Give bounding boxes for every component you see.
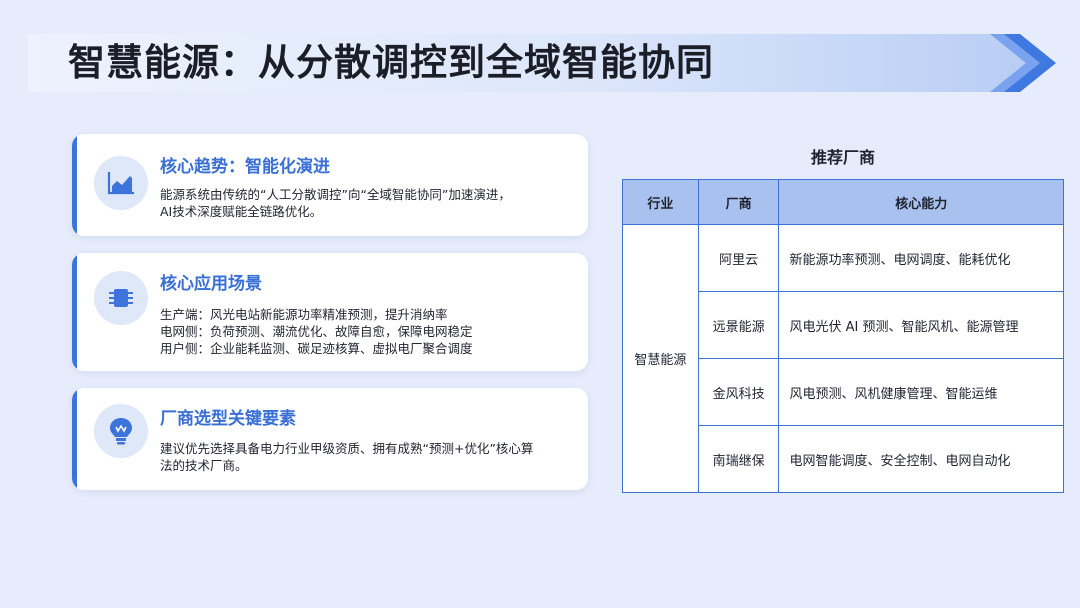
- lightbulb-icon: [94, 404, 148, 458]
- column-header-industry: 行业: [622, 179, 699, 225]
- capability-cell: 风电光伏 AI 预测、智能风机、能源管理: [778, 291, 1064, 359]
- card-line: 建议优先选择具备电力行业甲级资质、拥有成熟“预测+优化”核心算: [160, 441, 534, 456]
- card-line: 电网侧：负荷预测、潮流优化、故障自愈，保障电网稳定: [160, 324, 473, 339]
- vendor-table: 行业 厂商 核心能力 智慧能源 阿里云 新能源功率预测、电网调度、能耗优化 远景…: [622, 179, 1064, 493]
- chart-icon: [94, 156, 148, 210]
- column-header-vendor: 厂商: [697, 179, 780, 225]
- vendor-cell: 远景能源: [697, 291, 780, 359]
- card-use-cases: 核心应用场景 生产端：风光电站新能源功率精准预测，提升消纳率 电网侧：负荷预测、…: [72, 253, 588, 371]
- card-title: 核心应用场景: [160, 274, 262, 294]
- table-header-row: 行业 厂商 核心能力: [622, 179, 1064, 225]
- vendor-cell: 金风科技: [697, 358, 780, 426]
- industry-cell: 智慧能源: [622, 224, 699, 493]
- card-title: 厂商选型关键要素: [160, 409, 296, 429]
- card-line: AI技术深度赋能全链路优化。: [160, 204, 323, 219]
- card-line: 能源系统由传统的“人工分散调控”向“全域智能协同”加速演进，: [160, 187, 511, 202]
- vendor-cell: 阿里云: [697, 224, 780, 292]
- card-text: 生产端：风光电站新能源功率精准预测，提升消纳率 电网侧：负荷预测、潮流优化、故障…: [160, 306, 580, 357]
- capability-cell: 电网智能调度、安全控制、电网自动化: [778, 425, 1064, 493]
- vendor-cell: 南瑞继保: [697, 425, 780, 493]
- card-title: 核心趋势：智能化演进: [160, 157, 330, 177]
- card-core-trend: 核心趋势：智能化演进 能源系统由传统的“人工分散调控”向“全域智能协同”加速演进…: [72, 134, 588, 236]
- page-title: 智慧能源：从分散调控到全域智能协同: [68, 41, 714, 84]
- chip-icon: [94, 271, 148, 325]
- card-line: 用户侧：企业能耗监测、碳足迹核算、虚拟电厂聚合调度: [160, 341, 473, 356]
- capability-cell: 新能源功率预测、电网调度、能耗优化: [778, 224, 1064, 292]
- card-vendor-selection: 厂商选型关键要素 建议优先选择具备电力行业甲级资质、拥有成熟“预测+优化”核心算…: [72, 388, 588, 490]
- card-text: 能源系统由传统的“人工分散调控”向“全域智能协同”加速演进， AI技术深度赋能全…: [160, 186, 580, 220]
- column-header-capability: 核心能力: [778, 179, 1064, 225]
- table-title: 推荐厂商: [810, 148, 875, 167]
- card-text: 建议优先选择具备电力行业甲级资质、拥有成熟“预测+优化”核心算 法的技术厂商。: [160, 440, 580, 474]
- card-line: 法的技术厂商。: [160, 458, 248, 473]
- table-row: 智慧能源 阿里云 新能源功率预测、电网调度、能耗优化: [622, 224, 1064, 493]
- card-line: 生产端：风光电站新能源功率精准预测，提升消纳率: [160, 307, 448, 322]
- capability-cell: 风电预测、风机健康管理、智能运维: [778, 358, 1064, 426]
